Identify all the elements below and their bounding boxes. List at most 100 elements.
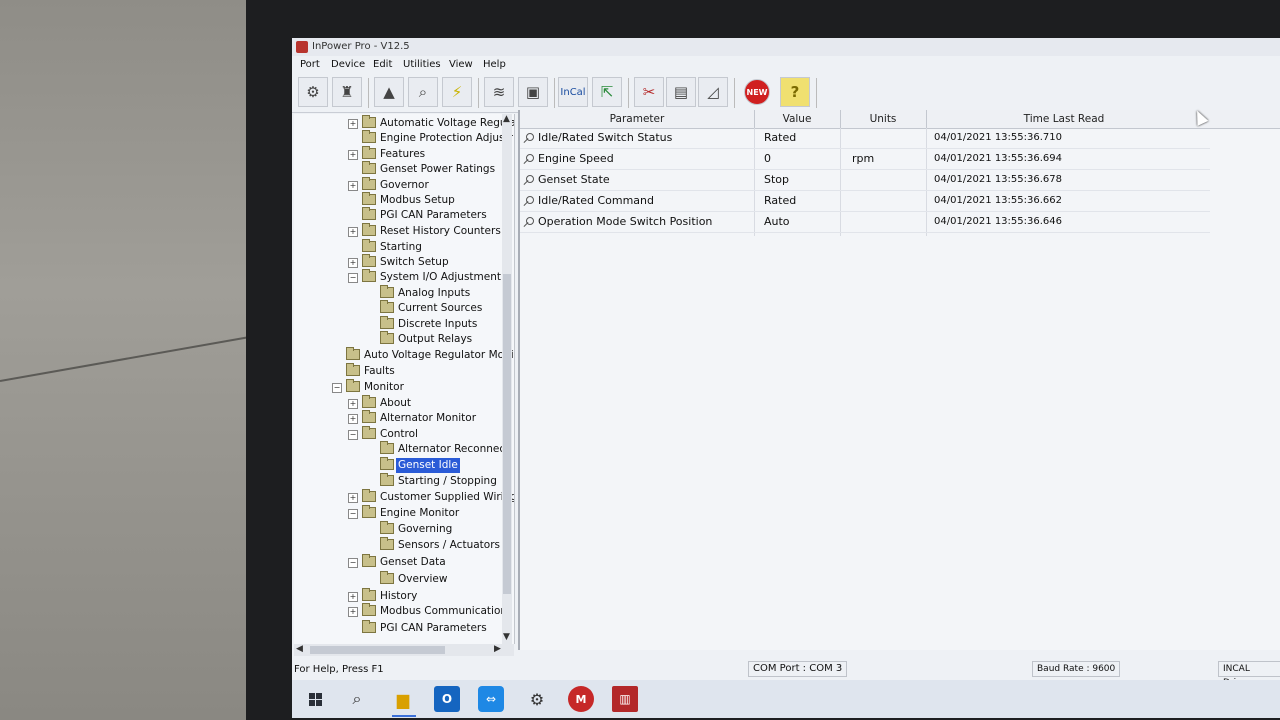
settings-icon[interactable]: ⚙ [524, 686, 550, 712]
lightning-icon[interactable]: ⚡ [442, 77, 472, 107]
tree-item[interactable]: Alternator Reconnecti [294, 441, 512, 457]
tree-item[interactable]: + Governor [294, 177, 504, 193]
menu-view[interactable]: View [447, 56, 475, 74]
tree-item[interactable]: Faults [294, 363, 504, 379]
pin-icon[interactable] [526, 217, 534, 225]
column-header-parameter[interactable]: Parameter [520, 110, 755, 128]
tree-item[interactable]: Modbus Setup [294, 192, 504, 208]
scroll-left-icon[interactable]: ◀ [296, 644, 303, 654]
tools-icon[interactable]: ✂ [634, 77, 664, 107]
expand-icon[interactable]: + [348, 227, 358, 237]
tree-item[interactable]: − System I/O Adjustment [294, 269, 504, 285]
menu-port[interactable]: Port [298, 56, 322, 74]
search-icon[interactable]: ⌕ [344, 686, 370, 712]
tree-item[interactable]: Starting / Stopping [294, 473, 504, 489]
tree-item[interactable]: Governing [294, 521, 504, 537]
expand-icon[interactable]: + [348, 399, 358, 409]
tree-item[interactable]: PGI CAN Parameters [294, 207, 504, 223]
tree-item-selected[interactable]: Genset Idle [294, 457, 504, 473]
collapse-icon[interactable]: − [348, 430, 358, 440]
tree-item[interactable]: + Modbus Communication: [294, 603, 511, 619]
table-row[interactable]: Genset State Stop 04/01/2021 13:55:36.67… [520, 170, 1210, 191]
collapse-icon[interactable]: − [348, 558, 358, 568]
inpower-icon[interactable]: ▥ [612, 686, 638, 712]
scroll-right-icon[interactable]: ▶ [494, 644, 501, 654]
tree-item[interactable]: Overview [294, 571, 504, 587]
expand-icon[interactable]: + [348, 150, 358, 160]
windows-start-icon[interactable] [302, 686, 328, 712]
capture-icon[interactable]: ≋ [484, 77, 514, 107]
tree-item[interactable]: + Alternator Monitor [294, 410, 504, 426]
table-row[interactable]: Engine Speed 0 rpm 04/01/2021 13:55:36.6… [520, 149, 1210, 170]
expand-icon[interactable]: + [348, 493, 358, 503]
tree-horizontal-scrollbar[interactable]: ◀ ▶ [294, 644, 514, 656]
tree-item[interactable]: Analog Inputs [294, 285, 504, 301]
column-header-time-last-read[interactable]: Time Last Read [926, 110, 1202, 128]
expand-icon[interactable]: + [348, 607, 358, 617]
tree-item[interactable]: + Features [294, 146, 504, 162]
expand-icon[interactable]: + [348, 592, 358, 602]
scroll-down-icon[interactable]: ▼ [503, 632, 510, 642]
column-header-units[interactable]: Units [840, 110, 927, 128]
incal-icon[interactable]: InCal [558, 77, 588, 107]
pin-icon[interactable] [526, 154, 534, 162]
scrollbar-thumb[interactable] [503, 274, 511, 594]
tree-label: Discrete Inputs [398, 318, 478, 330]
tree-item[interactable]: Starting [294, 239, 504, 255]
tree-item[interactable]: − Monitor [294, 379, 504, 395]
menu-help[interactable]: Help [481, 56, 508, 74]
collapse-icon[interactable]: − [332, 383, 342, 393]
pin-icon[interactable] [526, 175, 534, 183]
chart-icon[interactable]: ◿ [698, 77, 728, 107]
tree-item[interactable]: + History [294, 588, 504, 604]
help-icon[interactable]: ? [780, 77, 810, 107]
mcafee-icon[interactable]: M [568, 686, 594, 712]
connect-icon[interactable]: ⚙ [298, 77, 328, 107]
menu-utilities[interactable]: Utilities [401, 56, 443, 74]
folder-icon [362, 254, 376, 267]
tree-item[interactable]: Output Relays [294, 331, 504, 347]
pin-icon[interactable] [526, 133, 534, 141]
tree-item[interactable]: Sensors / Actuators [294, 537, 504, 553]
tree-item[interactable]: − Control [294, 426, 504, 442]
menu-edit[interactable]: Edit [371, 56, 394, 74]
tree-item[interactable]: + Automatic Voltage Regula [294, 115, 514, 131]
scrollbar-thumb[interactable] [310, 646, 445, 654]
tree-item[interactable]: + Customer Supplied Wiring [294, 489, 514, 505]
tree-vertical-scrollbar[interactable]: ▲ ▼ [502, 114, 512, 644]
tree-item[interactable]: + Reset History Counters [294, 223, 504, 239]
table-row[interactable]: Idle/Rated Command Rated 04/01/2021 13:5… [520, 191, 1210, 212]
collapse-icon[interactable]: − [348, 509, 358, 519]
outlook-icon[interactable]: O [434, 686, 460, 712]
tree-item[interactable]: + Switch Setup [294, 254, 504, 270]
tree-item[interactable]: Genset Power Ratings [294, 161, 504, 177]
expand-icon[interactable]: + [348, 119, 358, 129]
device-icon[interactable]: ♜ [332, 77, 362, 107]
expand-icon[interactable]: + [348, 414, 358, 424]
tree-item[interactable]: Engine Protection Adjustr [294, 130, 513, 146]
expand-icon[interactable]: + [348, 258, 358, 268]
zoom-icon[interactable]: ⌕ [408, 77, 438, 107]
new-icon[interactable]: NEW [744, 79, 770, 105]
column-header-value[interactable]: Value [754, 110, 841, 128]
file-explorer-icon[interactable]: ▆ [390, 686, 416, 712]
scroll-up-icon[interactable]: ▲ [503, 114, 510, 124]
pin-icon[interactable] [526, 196, 534, 204]
tree-item[interactable]: Auto Voltage Regulator Moni [294, 347, 514, 363]
save-icon[interactable]: ▤ [666, 77, 696, 107]
tree-item[interactable]: PGI CAN Parameters [294, 620, 504, 636]
tree-item[interactable]: Current Sources [294, 300, 504, 316]
table-row[interactable]: Operation Mode Switch Position Auto 04/0… [520, 212, 1210, 233]
alarm-icon[interactable]: ▲ [374, 77, 404, 107]
export-icon[interactable]: ⇱ [592, 77, 622, 107]
tree-item[interactable]: + About [294, 395, 504, 411]
tree-item[interactable]: − Genset Data [294, 554, 504, 570]
tree-item[interactable]: Discrete Inputs [294, 316, 504, 332]
menu-device[interactable]: Device [329, 56, 367, 74]
compare-icon[interactable]: ▣ [518, 77, 548, 107]
teamviewer-icon[interactable]: ⇔ [478, 686, 504, 712]
tree-item[interactable]: − Engine Monitor [294, 505, 504, 521]
collapse-icon[interactable]: − [348, 273, 358, 283]
expand-icon[interactable]: + [348, 181, 358, 191]
table-row[interactable]: Idle/Rated Switch Status Rated 04/01/202… [520, 128, 1210, 149]
